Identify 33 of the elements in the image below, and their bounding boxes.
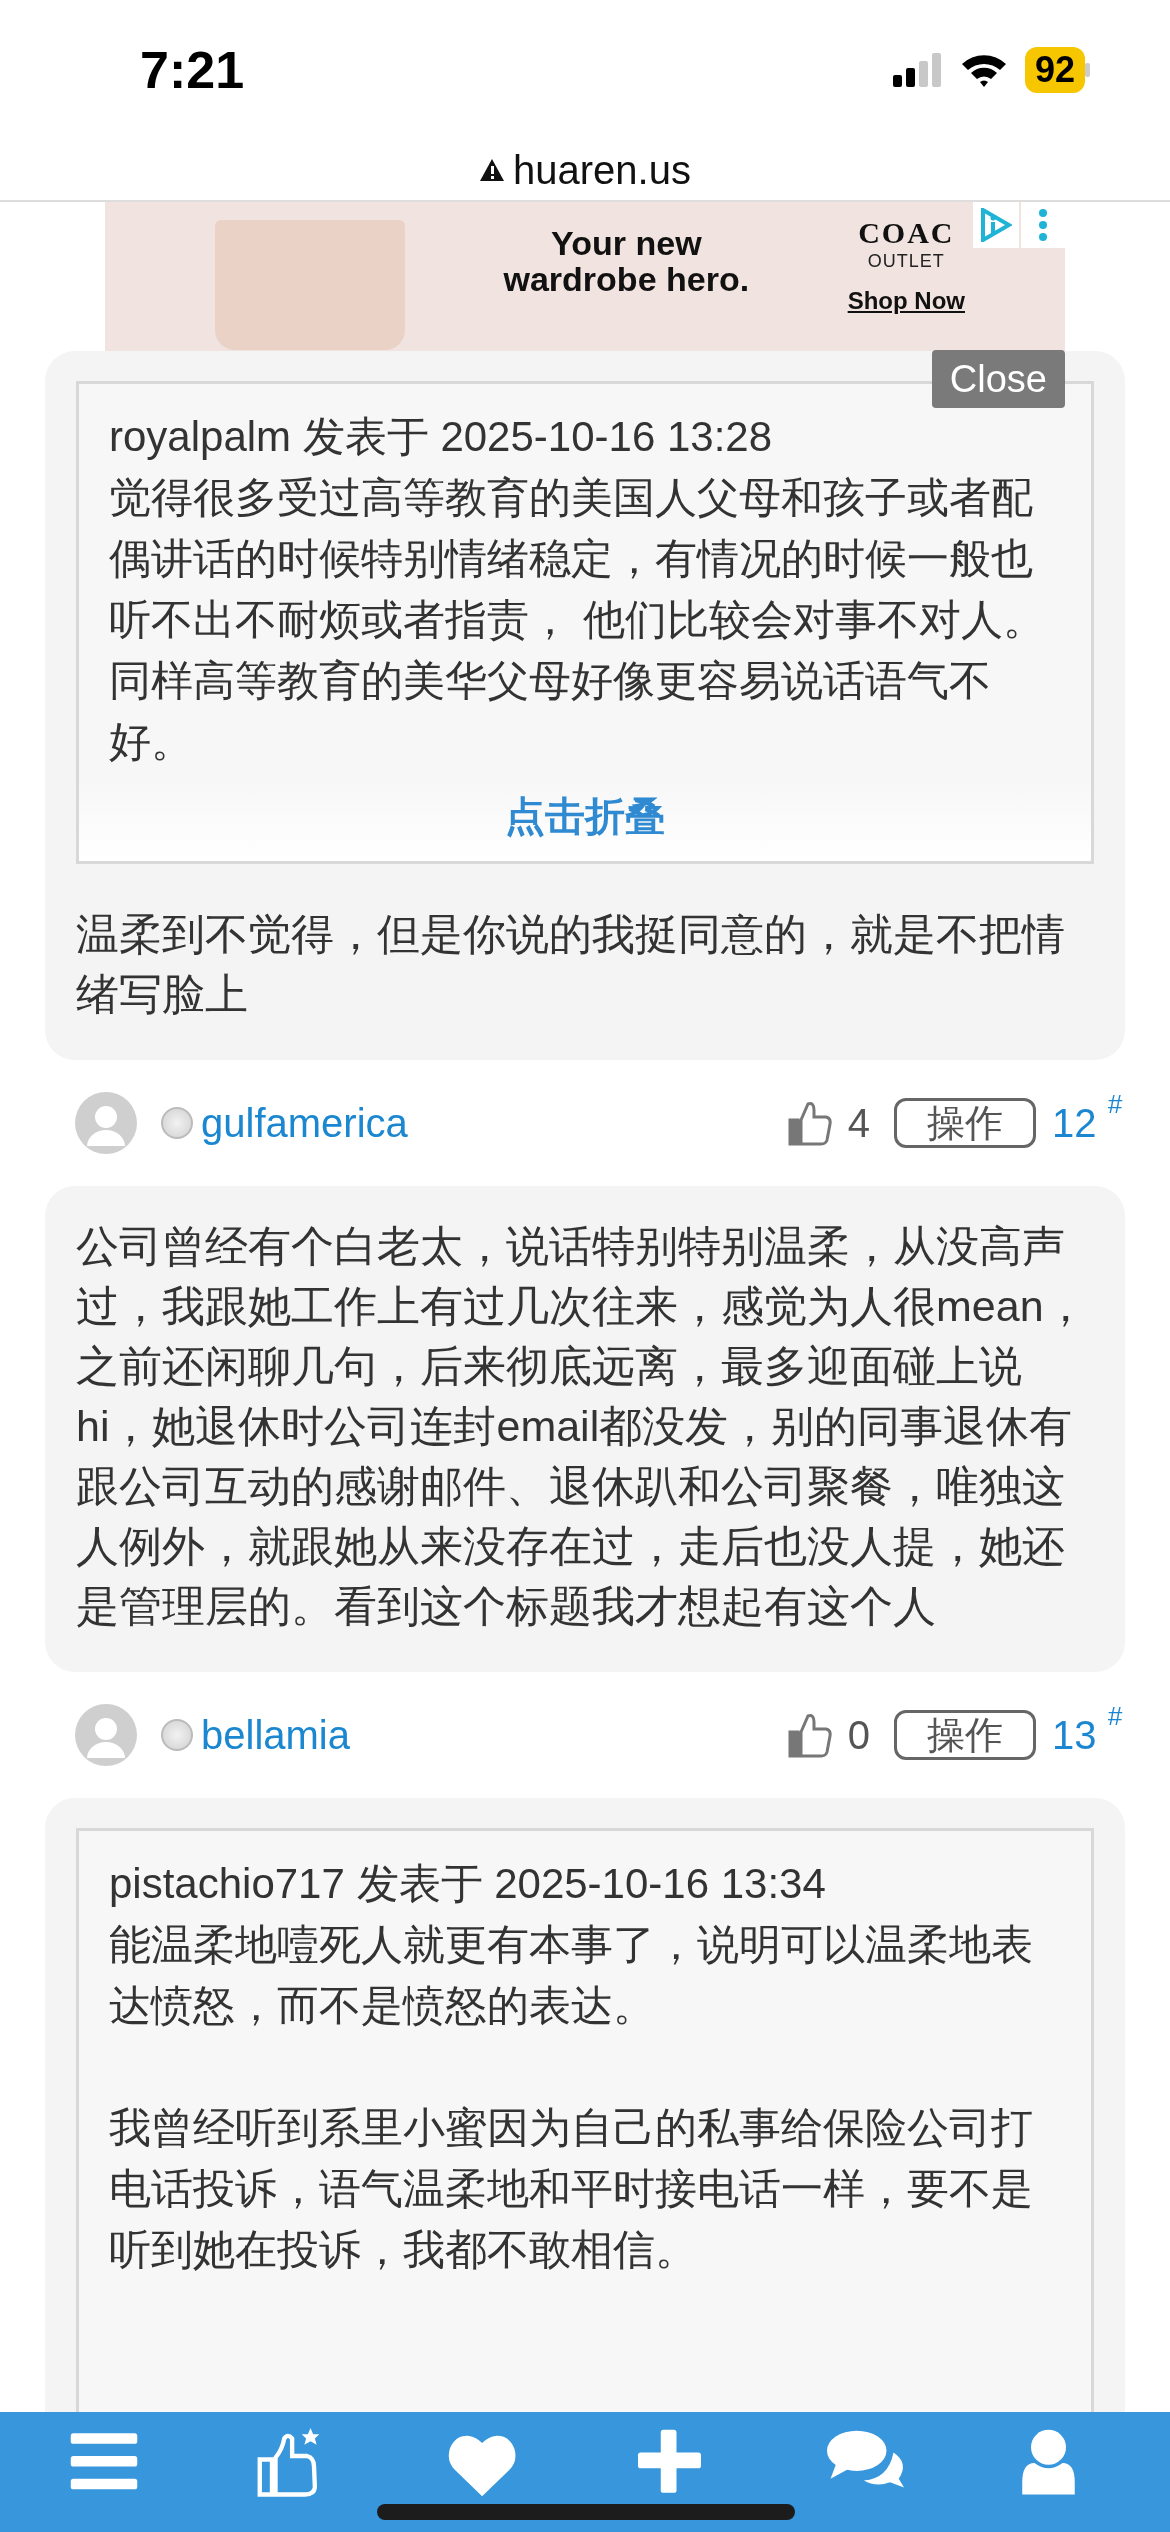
- username-link[interactable]: gulfamerica: [201, 1093, 408, 1153]
- thumbs-up-icon[interactable]: [787, 1712, 832, 1758]
- quote-text: 能温柔地噎死人就更有本事了，说明可以温柔地表达愤怒，而不是愤怒的表达。: [109, 1920, 1034, 2031]
- action-button[interactable]: 操作: [893, 1710, 1036, 1760]
- floor-number: 13 $^{#}$: [1051, 1705, 1122, 1759]
- floor-number: 12 $^{#}$: [1051, 1093, 1122, 1147]
- status-time: 7:21: [140, 40, 245, 101]
- ad-brand-subtitle: OUTLET: [867, 250, 945, 273]
- quote-text: 我曾经听到系里小蜜因为自己的私事给保险公司打电话投诉，语气温柔地和平时接电话一样，要不是听到她在投诉，我都不敢相信。: [109, 2103, 1034, 2275]
- quote-text: 觉得很多受过高等教育的美国人父母和孩子或者配偶讲话的时候特别情绪稳定，有情况的时候一般也听不出不耐烦或者指责， 他们比较会对事不对人。同样高等教育的美华父母好像更容易说话语气不好。: [109, 473, 1046, 767]
- action-button[interactable]: 操作: [893, 1098, 1036, 1148]
- avatar-icon: [75, 1092, 137, 1154]
- post-text: 公司曾经有个白老太，说话特别特别温柔，从没高声过，我跟她工作上有过几次往来，感觉为人很mean，之前还闲聊几句，后来彻底远离，最多迎面碰上说hi，她退休时公司连封email都没发，别的同事退休有跟公司互动的感谢邮件、退休趴和公司聚餐，唯独这人例外，就跟她从来没存在过，走后也没人提，她还是管理层的。看到这个标题我才想起有这个人: [76, 1221, 1088, 1632]
- quote-byline: royalpalm 发表于 2025-10-16 13:28: [109, 412, 774, 462]
- battery-tip-icon: [1085, 63, 1090, 77]
- quote-byline: pistachio717 发表于 2025-10-16 13:34: [109, 1859, 827, 1909]
- like-count: 4: [847, 1100, 870, 1147]
- post-text: 温柔到不觉得，但是你说的我挺同意的，就是不把情绪写脸上: [76, 909, 1066, 1020]
- thumbs-up-icon[interactable]: [787, 1100, 832, 1146]
- battery-level: 92: [1024, 47, 1085, 93]
- url-text[interactable]: huaren.us: [513, 140, 691, 200]
- avatar-icon: [75, 1704, 137, 1766]
- like-count: 0: [847, 1712, 870, 1759]
- ad-banner[interactable]: Your new wardrobe hero. COAC OUTLET Shop Now: [105, 202, 1065, 351]
- close-button[interactable]: Close: [931, 350, 1065, 408]
- username-link[interactable]: bellamia: [201, 1705, 350, 1765]
- ad-brand: COAC: [858, 218, 955, 248]
- signal-icon: [892, 53, 943, 87]
- ad-info-icon[interactable]: [980, 208, 1012, 242]
- more-icon[interactable]: [1038, 208, 1048, 242]
- ad-link[interactable]: Shop Now: [847, 283, 965, 319]
- warning-icon: [479, 158, 506, 182]
- ad-headline: Your new wardrobe hero.: [502, 226, 751, 298]
